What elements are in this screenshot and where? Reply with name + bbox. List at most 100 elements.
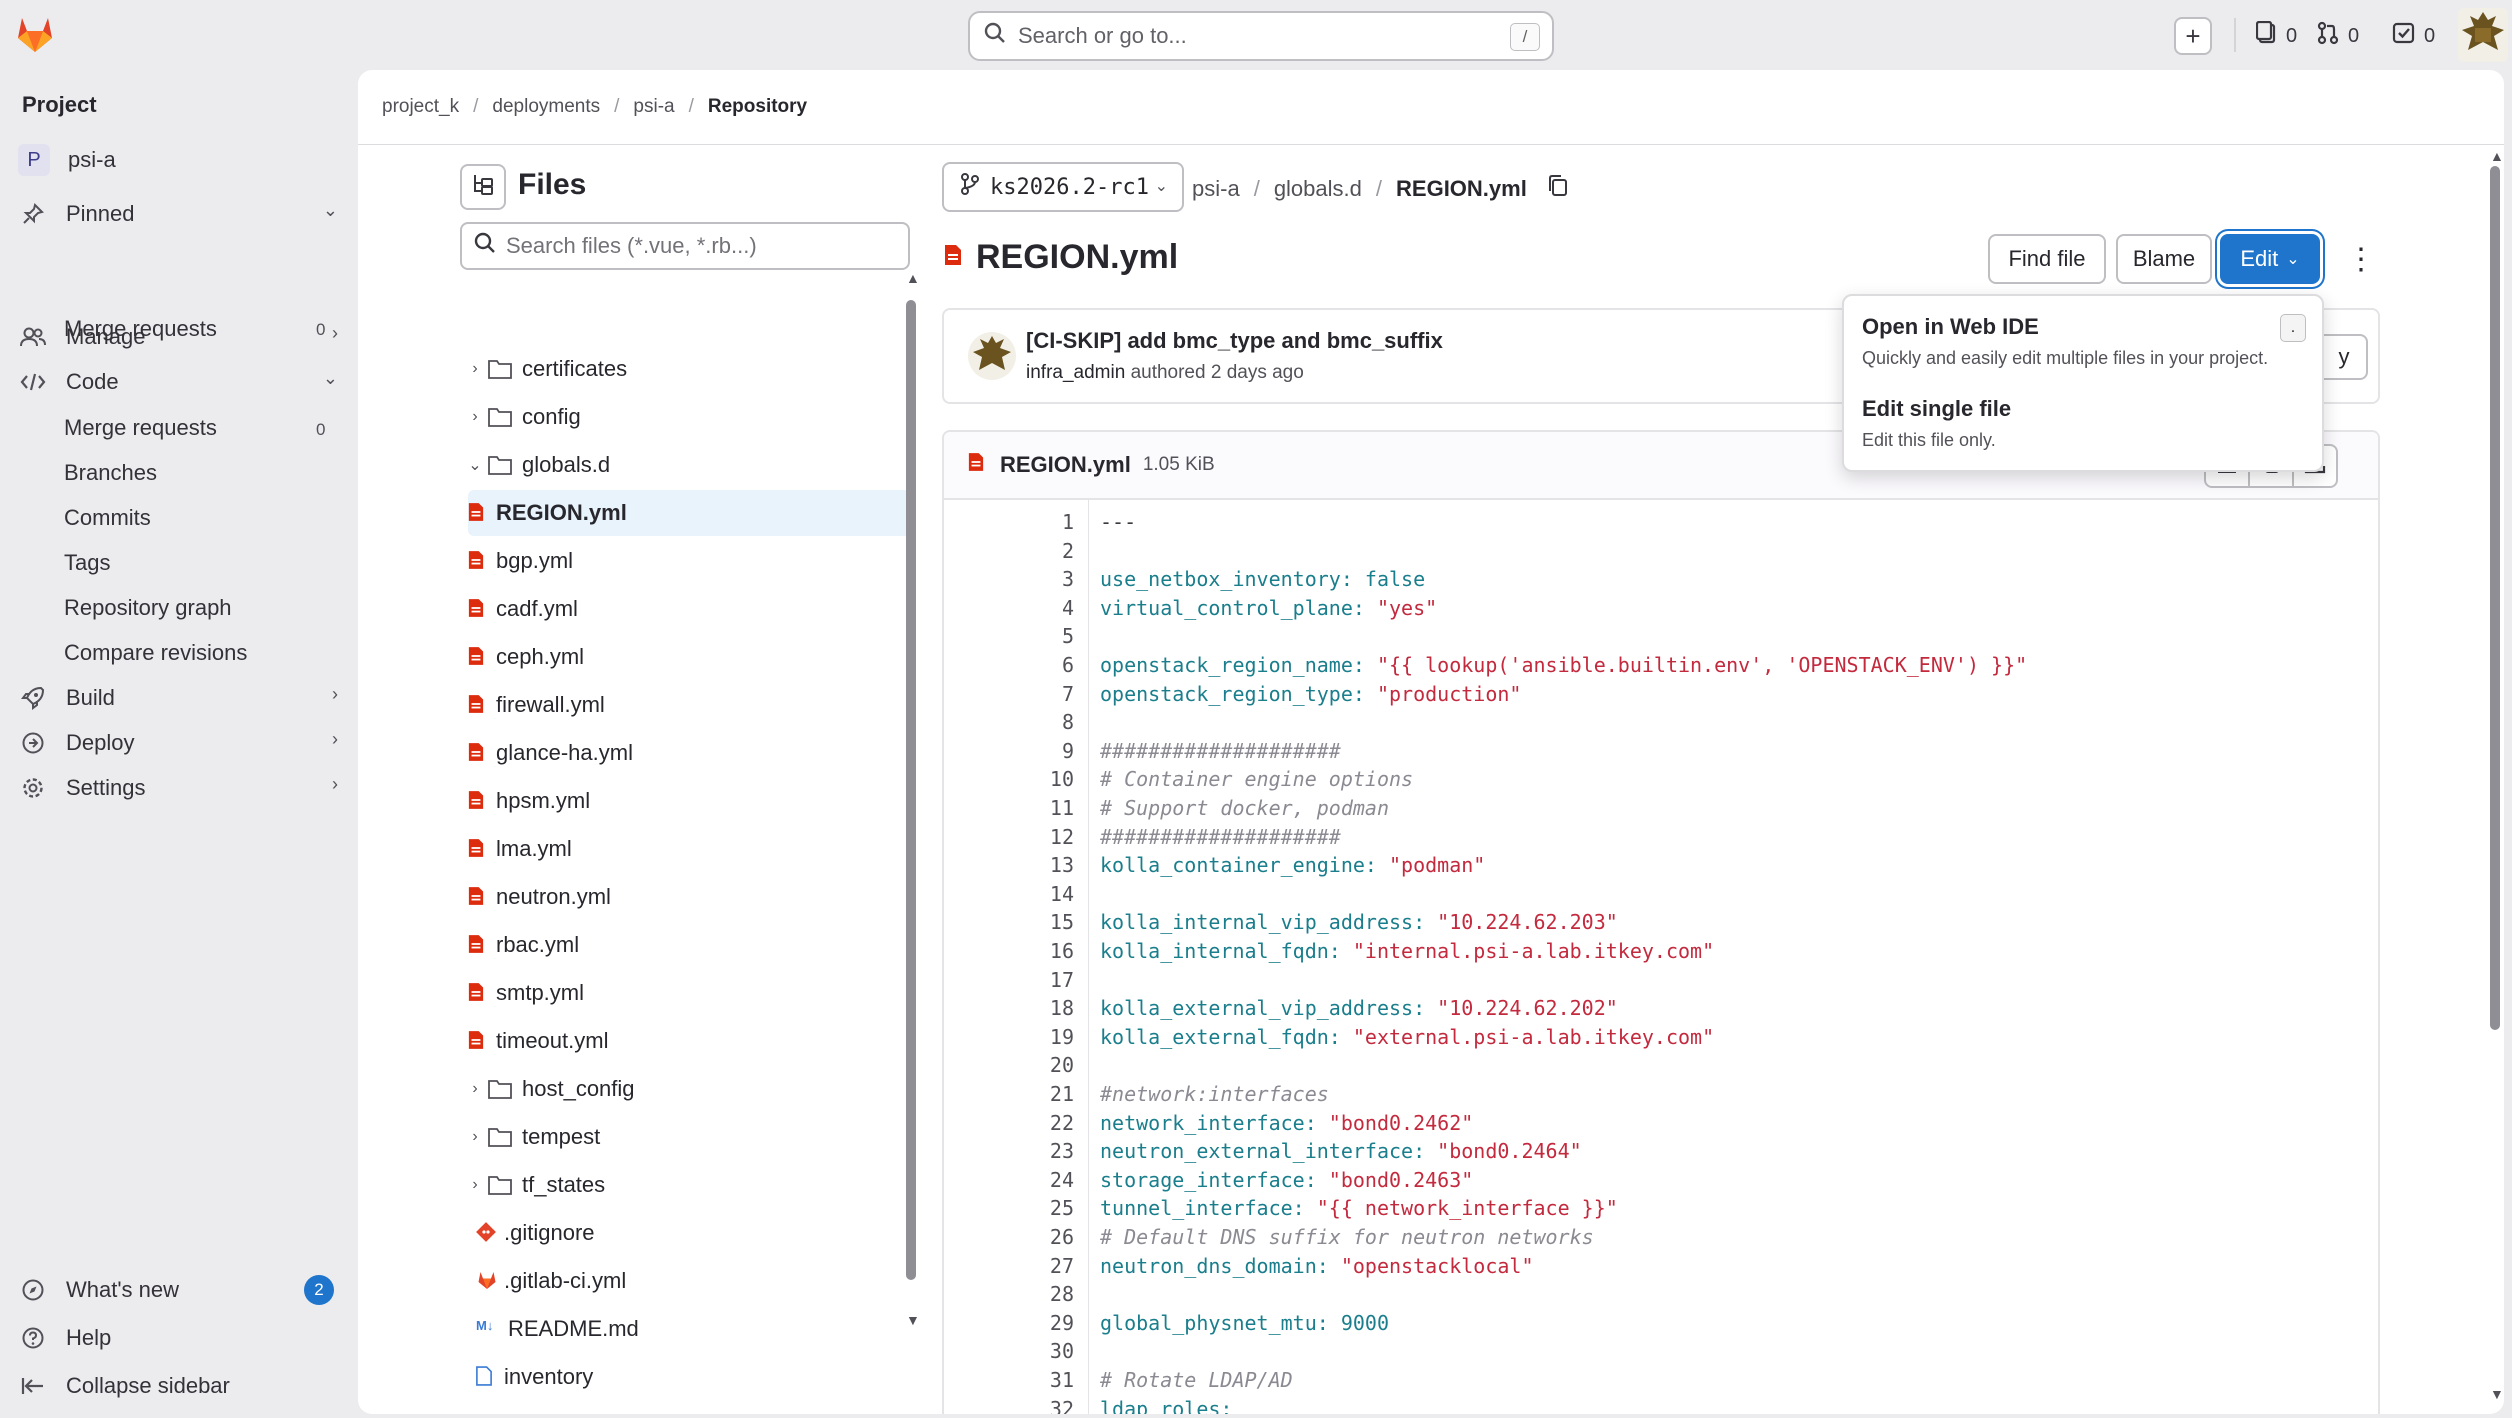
line-number[interactable]: 30 — [944, 1337, 1074, 1366]
tree-folder[interactable]: › tempest — [462, 1114, 910, 1160]
line-number[interactable]: 23 — [944, 1137, 1074, 1166]
search-bar[interactable]: Search or go to... / — [968, 11, 1554, 61]
commit-message[interactable]: [CI-SKIP] add bmc_type and bmc_suffix — [1026, 328, 1443, 354]
line-number[interactable]: 9 — [944, 737, 1074, 766]
line-number[interactable]: 31 — [944, 1366, 1074, 1395]
line-number[interactable]: 17 — [944, 966, 1074, 995]
commit-author[interactable]: infra_admin — [1026, 362, 1125, 383]
scroll-up-arrow-icon[interactable]: ▲ — [906, 270, 920, 286]
copy-path-icon[interactable] — [1547, 174, 1569, 204]
line-number[interactable]: 1 — [944, 508, 1074, 537]
blame-button[interactable]: Blame — [2116, 234, 2212, 284]
tree-file[interactable]: .gitignore — [476, 1210, 910, 1256]
line-number[interactable]: 4 — [944, 594, 1074, 623]
sidebar-item-merge-requests[interactable]: Merge requests — [64, 408, 217, 448]
menu-item-open-web-ide[interactable]: Open in Web IDE Quickly and easily edit … — [1862, 314, 2308, 369]
menu-item-edit-single-file[interactable]: Edit single file Edit this file only. — [1862, 396, 2308, 451]
tree-file[interactable]: firewall.yml — [468, 682, 910, 728]
user-avatar[interactable] — [2458, 8, 2508, 62]
line-number[interactable]: 25 — [944, 1194, 1074, 1223]
line-number[interactable]: 26 — [944, 1223, 1074, 1252]
tree-file[interactable]: lma.yml — [468, 826, 910, 872]
breadcrumb-item[interactable]: deployments — [492, 96, 600, 118]
sidebar-item-repository-graph[interactable]: Repository graph — [64, 588, 232, 628]
commit-history-button[interactable]: y — [2322, 334, 2368, 380]
tree-file[interactable]: bgp.yml — [468, 538, 910, 584]
page-scroll-down-icon[interactable]: ▼ — [2490, 1386, 2504, 1402]
line-number[interactable]: 28 — [944, 1280, 1074, 1309]
commit-author-avatar[interactable] — [968, 332, 1016, 380]
tree-file[interactable]: timeout.yml — [468, 1018, 910, 1064]
tree-file[interactable]: ceph.yml — [468, 634, 910, 680]
tree-folder[interactable]: › tf_states — [462, 1162, 910, 1208]
line-number[interactable]: 16 — [944, 937, 1074, 966]
tree-file[interactable]: smtp.yml — [468, 970, 910, 1016]
line-number[interactable]: 14 — [944, 880, 1074, 909]
sidebar-item-tags[interactable]: Tags — [64, 543, 110, 583]
tree-file[interactable]: cadf.yml — [468, 586, 910, 632]
line-number[interactable]: 21 — [944, 1080, 1074, 1109]
line-number[interactable]: 29 — [944, 1309, 1074, 1338]
tree-file[interactable]: neutron.yml — [468, 874, 910, 920]
edit-button[interactable]: Edit ⌄ — [2220, 234, 2320, 284]
sidebar-project-link[interactable]: P psi-a — [14, 138, 344, 182]
sidebar-item-settings[interactable]: Settings › — [14, 766, 344, 810]
scroll-down-arrow-icon[interactable]: ▼ — [906, 1312, 920, 1328]
line-number[interactable]: 13 — [944, 851, 1074, 880]
gitlab-logo-icon[interactable] — [14, 14, 56, 54]
line-number[interactable]: 5 — [944, 622, 1074, 651]
breadcrumb-item[interactable]: project_k — [382, 96, 459, 118]
sidebar-whats-new[interactable]: What's new 2 — [14, 1268, 344, 1312]
line-number[interactable]: 27 — [944, 1252, 1074, 1281]
line-number[interactable]: 15 — [944, 908, 1074, 937]
line-number[interactable]: 18 — [944, 994, 1074, 1023]
tree-file[interactable]: REGION.yml — [468, 490, 910, 536]
line-number[interactable]: 8 — [944, 708, 1074, 737]
sidebar-help[interactable]: Help — [14, 1316, 344, 1360]
file-tree-toggle-button[interactable] — [460, 164, 506, 210]
branch-selector[interactable]: ks2026.2-rc1 ⌄ — [942, 162, 1184, 212]
line-number[interactable]: 32 — [944, 1395, 1074, 1414]
tree-file[interactable]: hpsm.yml — [468, 778, 910, 824]
tree-folder[interactable]: › config — [462, 394, 910, 440]
line-number[interactable]: 3 — [944, 565, 1074, 594]
sidebar-item-manage[interactable]: Manage › — [14, 315, 344, 359]
file-search-input[interactable]: Search files (*.vue, *.rb...) — [460, 222, 910, 270]
merge-requests-button[interactable]: 0 — [2316, 16, 2359, 56]
create-new-button[interactable]: + — [2174, 17, 2212, 55]
breadcrumb-item[interactable]: psi-a — [633, 96, 674, 118]
page-scroll-up-icon[interactable]: ▲ — [2490, 148, 2504, 164]
tree-folder[interactable]: › host_config — [462, 1066, 910, 1112]
tree-folder-open[interactable]: ⌄ globals.d — [462, 442, 910, 488]
sidebar-item-build[interactable]: Build › — [14, 676, 344, 720]
line-number[interactable]: 22 — [944, 1109, 1074, 1138]
sidebar-item-compare-revisions[interactable]: Compare revisions — [64, 633, 247, 673]
todos-button[interactable]: 0 — [2392, 16, 2435, 56]
tree-file[interactable]: inventory — [476, 1354, 910, 1400]
line-number[interactable]: 11 — [944, 794, 1074, 823]
sidebar-item-branches[interactable]: Branches — [64, 453, 157, 493]
tree-file[interactable]: .gitlab-ci.yml — [476, 1258, 910, 1304]
issues-button[interactable]: 0 — [2255, 16, 2297, 56]
path-segment[interactable]: psi-a — [1192, 176, 1240, 202]
tree-file[interactable]: M↓ README.md — [476, 1306, 910, 1352]
tree-file[interactable]: rbac.yml — [468, 922, 910, 968]
page-scroll-thumb[interactable] — [2490, 166, 2500, 1030]
sidebar-pinned[interactable]: Pinned ⌄ — [14, 192, 344, 236]
tree-folder[interactable]: › certificates — [462, 346, 910, 392]
line-number[interactable]: 19 — [944, 1023, 1074, 1052]
file-tree-scroll-thumb[interactable] — [906, 300, 916, 1280]
path-segment[interactable]: globals.d — [1274, 176, 1362, 202]
more-actions-icon[interactable]: ⋮ — [2346, 242, 2376, 277]
line-number[interactable]: 10 — [944, 765, 1074, 794]
sidebar-item-deploy[interactable]: Deploy › — [14, 721, 344, 765]
sidebar-item-code[interactable]: Code ⌄ — [14, 360, 344, 404]
line-number[interactable]: 20 — [944, 1051, 1074, 1080]
line-number[interactable]: 24 — [944, 1166, 1074, 1195]
sidebar-item-commits[interactable]: Commits — [64, 498, 151, 538]
breadcrumb-current[interactable]: Repository — [708, 96, 807, 118]
line-number[interactable]: 12 — [944, 823, 1074, 852]
line-number[interactable]: 6 — [944, 651, 1074, 680]
sidebar-collapse-button[interactable]: Collapse sidebar — [14, 1364, 344, 1408]
find-file-button[interactable]: Find file — [1988, 234, 2106, 284]
